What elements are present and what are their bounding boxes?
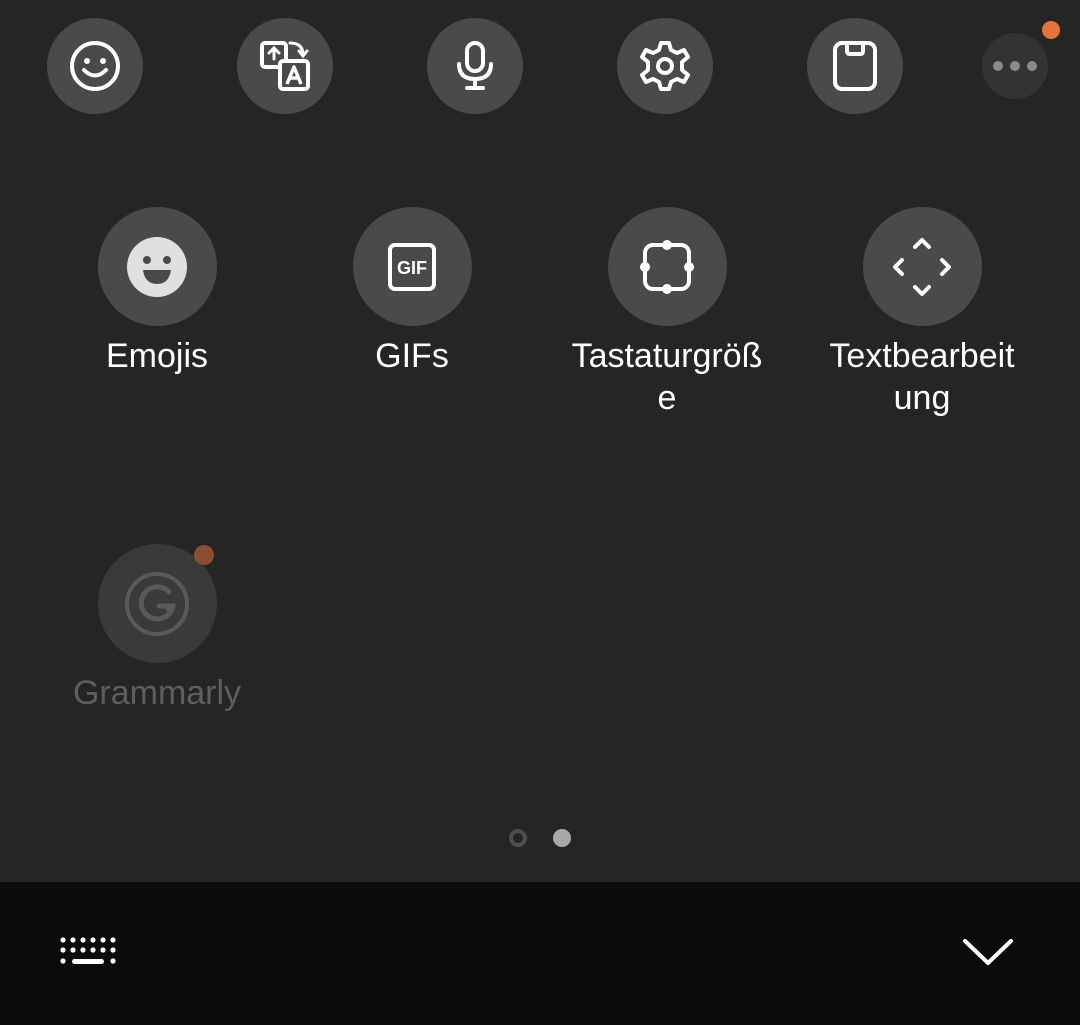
translate-button[interactable]: [237, 18, 333, 114]
notification-badge: [1042, 21, 1060, 39]
gifs-button[interactable]: GIF: [352, 207, 472, 326]
settings-button[interactable]: [617, 18, 713, 114]
grammarly-button[interactable]: [97, 544, 217, 663]
grammarly-badge: [193, 545, 214, 565]
svg-text:GIF: GIF: [397, 258, 427, 278]
clipboard-icon: [833, 41, 877, 91]
microphone-icon: [457, 41, 493, 90]
page-dot-2-active[interactable]: [553, 829, 571, 847]
chevron-down-icon: [963, 939, 1013, 965]
bottom-bar: [0, 882, 1080, 1025]
clipboard-button[interactable]: [807, 18, 903, 114]
voice-input-button[interactable]: [427, 18, 523, 114]
emoji-icon: [70, 41, 120, 91]
keyboard-toggle-button[interactable]: [52, 928, 124, 978]
keyboard-size-button[interactable]: [607, 207, 727, 326]
collapse-button[interactable]: [960, 932, 1016, 972]
emoji-face-icon: [127, 236, 187, 297]
keyboard-toolbar: [0, 0, 1080, 140]
emojis-button[interactable]: [97, 207, 217, 326]
panel-item-gifs[interactable]: GIF GIFs: [287, 207, 537, 377]
panel-item-label: Tastaturgröße: [571, 337, 763, 417]
panel-item-emojis[interactable]: Emojis: [32, 207, 282, 377]
more-icon: [993, 61, 1037, 71]
panel-item-label: GIFs: [375, 337, 449, 375]
page-dot-1[interactable]: [509, 829, 527, 847]
gif-icon: GIF: [388, 242, 436, 291]
emoji-button[interactable]: [47, 18, 143, 114]
panel-item-label: Grammarly: [72, 674, 242, 712]
panel-item-label: Textbearbeitung: [829, 337, 1015, 417]
text-editing-icon: [893, 237, 951, 296]
text-editing-button[interactable]: [862, 207, 982, 326]
keyboard-icon: [60, 937, 116, 964]
gear-icon: [640, 41, 690, 91]
panel-item-keyboard-size[interactable]: Tastaturgröße: [542, 207, 792, 419]
page-indicator: [509, 829, 589, 847]
panel-item-text-editing[interactable]: Textbearbeitung: [797, 207, 1047, 419]
panel-item-grammarly[interactable]: Grammarly: [32, 544, 282, 714]
panel-item-label: Emojis: [105, 337, 209, 375]
keyboard-size-icon: [640, 239, 694, 294]
grammarly-icon: [125, 571, 189, 636]
translate-icon: [260, 41, 310, 91]
more-button[interactable]: [982, 33, 1048, 99]
